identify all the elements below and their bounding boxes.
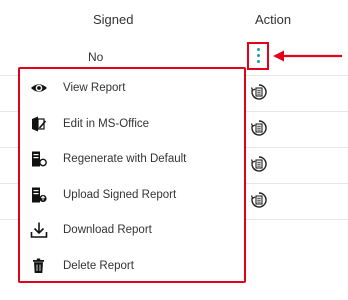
menu-item-delete-report[interactable]: Delete Report — [20, 249, 244, 283]
menu-item-view-report[interactable]: View Report — [20, 71, 244, 105]
menu-item-regenerate-with-default[interactable]: Regenerate with Default — [20, 142, 244, 176]
kebab-dot — [257, 60, 261, 64]
menu-item-upload-signed-report[interactable]: Upload Signed Report — [20, 178, 244, 212]
report-history-icon[interactable] — [250, 155, 268, 173]
trash-icon — [33, 258, 44, 273]
report-actions-menu: View Report Edit in MS-Office Regenerate… — [18, 67, 246, 283]
report-history-icon[interactable] — [250, 83, 268, 101]
menu-item-label: Delete Report — [63, 260, 134, 272]
row-actions-kebab-button[interactable] — [247, 42, 269, 70]
menu-item-label: Download Report — [63, 224, 152, 236]
menu-item-edit-in-ms-office[interactable]: Edit in MS-Office — [20, 107, 244, 141]
column-header-signed: Signed — [93, 12, 134, 27]
menu-item-label: View Report — [63, 82, 126, 94]
reports-table-view: Signed Action No View Report Edit in MS-… — [0, 0, 348, 300]
report-history-icon[interactable] — [250, 119, 268, 137]
menu-item-download-report[interactable]: Download Report — [20, 213, 244, 247]
regenerate-document-icon — [32, 151, 47, 167]
column-header-action: Action — [255, 12, 292, 27]
download-icon — [30, 222, 48, 238]
kebab-dot — [257, 48, 261, 52]
menu-item-label: Upload Signed Report — [63, 189, 177, 201]
kebab-dot — [257, 54, 261, 58]
signed-cell: No — [88, 50, 104, 64]
menu-item-label: Edit in MS-Office — [63, 118, 150, 130]
annotation-arrow-icon — [273, 50, 342, 62]
menu-item-label: Regenerate with Default — [63, 153, 187, 165]
report-history-icon[interactable] — [250, 191, 268, 209]
eye-icon — [31, 84, 47, 92]
table-header: Signed Action — [0, 0, 348, 41]
upload-signed-document-icon — [32, 187, 47, 203]
edit-document-icon — [32, 116, 47, 132]
